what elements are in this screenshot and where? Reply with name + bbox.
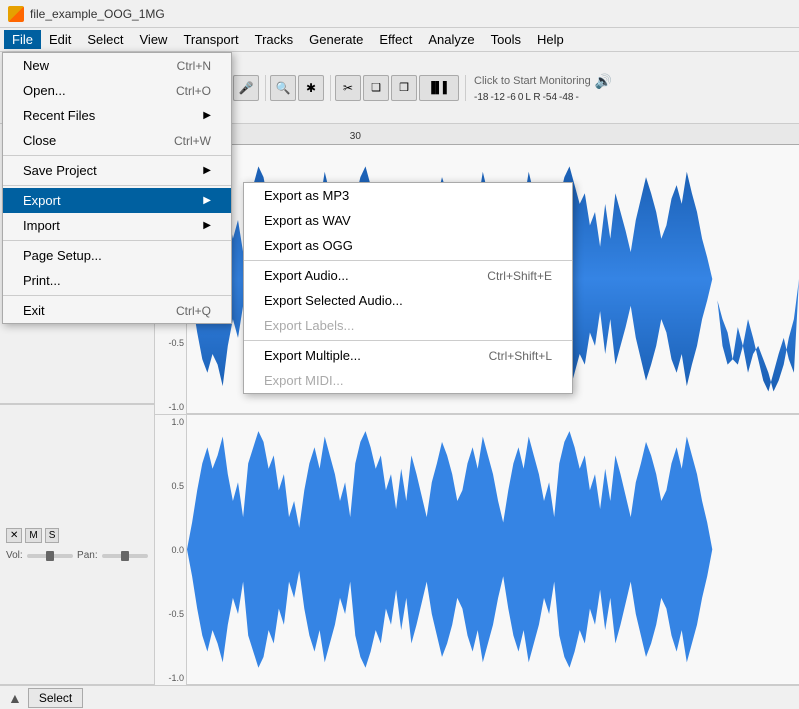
menu-new[interactable]: New Ctrl+N (3, 53, 231, 78)
menu-close[interactable]: Close Ctrl+W (3, 128, 231, 153)
menu-bar: File Edit Select View Transport Tracks G… (0, 28, 799, 52)
scale2-bot: -1.0 (157, 673, 184, 683)
menu-view[interactable]: View (132, 30, 176, 49)
track2-close-btn[interactable]: ✕ (6, 528, 22, 543)
track2-info: ✕ M S Vol: Pan: (0, 404, 154, 685)
level-minus18: -18 (474, 92, 488, 103)
exp-sep2 (244, 340, 572, 341)
scale2-top: 1.0 (157, 417, 184, 427)
export-submenu: Export as MP3 Export as WAV Export as OG… (243, 182, 573, 394)
timeline: 30 (155, 124, 799, 145)
level-zero: 0 (518, 92, 524, 103)
scale1-bot: -1.0 (157, 402, 184, 412)
separator3 (3, 240, 231, 241)
menu-import[interactable]: Import (3, 213, 231, 238)
scale1-neg: -0.5 (157, 338, 184, 348)
menu-edit[interactable]: Edit (41, 30, 79, 49)
menu-effect[interactable]: Effect (371, 30, 420, 49)
menu-file[interactable]: File (4, 30, 41, 49)
paste-tool[interactable]: ❒ (391, 75, 417, 101)
track2-pan[interactable] (102, 554, 148, 558)
separator4 (3, 295, 231, 296)
title-bar: file_example_OOG_1MG (0, 0, 799, 28)
menu-open[interactable]: Open... Ctrl+O (3, 78, 231, 103)
scale2-neg: -0.5 (157, 609, 184, 619)
cut-tool[interactable]: ✂ (335, 75, 361, 101)
export-selected-audio[interactable]: Export Selected Audio... (244, 288, 572, 313)
menu-tracks[interactable]: Tracks (247, 30, 302, 49)
track2-volume[interactable] (27, 554, 73, 558)
monitor-label[interactable]: Click to Start Monitoring (474, 75, 591, 87)
export-mp3[interactable]: Export as MP3 (244, 183, 572, 208)
menu-tools[interactable]: Tools (483, 30, 529, 49)
export-multiple[interactable]: Export Multiple... Ctrl+Shift+L (244, 343, 572, 368)
menu-help[interactable]: Help (529, 30, 572, 49)
volume-icon: 🔊 (595, 73, 612, 90)
track2-waveform[interactable] (187, 415, 799, 685)
menu-generate[interactable]: Generate (301, 30, 371, 49)
track2-vol-pan: Vol: Pan: (6, 550, 148, 561)
menu-save-project[interactable]: Save Project (3, 158, 231, 183)
status-arrow[interactable]: ▲ (8, 690, 22, 706)
exp-sep1 (244, 260, 572, 261)
level-minus54: -54 (543, 92, 557, 103)
menu-analyze[interactable]: Analyze (420, 30, 482, 49)
level-minus12: -12 (490, 92, 504, 103)
export-wav[interactable]: Export as WAV (244, 208, 572, 233)
export-audio[interactable]: Export Audio... Ctrl+Shift+E (244, 263, 572, 288)
menu-page-setup[interactable]: Page Setup... (3, 243, 231, 268)
level-minus6: -6 (507, 92, 516, 103)
star-tool[interactable]: ✱ (298, 75, 324, 101)
mic-icon[interactable]: 🎤 (233, 75, 259, 101)
trim-tool[interactable]: ▐▌▌ (419, 75, 459, 101)
scale2-mid: 0.5 (157, 481, 184, 491)
window-title: file_example_OOG_1MG (30, 7, 165, 21)
menu-recent-files[interactable]: Recent Files (3, 103, 231, 128)
menu-export[interactable]: Export (3, 188, 231, 213)
separator2 (3, 185, 231, 186)
app-icon (8, 6, 24, 22)
track2-mute-btn[interactable]: M (25, 528, 41, 543)
menu-print[interactable]: Print... (3, 268, 231, 293)
status-bar: ▲ Select (0, 685, 799, 709)
level-dash: - (575, 92, 578, 103)
export-ogg[interactable]: Export as OGG (244, 233, 572, 258)
menu-transport[interactable]: Transport (175, 30, 246, 49)
menu-select[interactable]: Select (79, 30, 131, 49)
track2-solo-btn[interactable]: S (45, 528, 60, 543)
select-button[interactable]: Select (28, 688, 83, 708)
export-labels: Export Labels... (244, 313, 572, 338)
timeline-mark-30: 30 (350, 131, 361, 142)
copy-tool[interactable]: ❑ (363, 75, 389, 101)
export-midi: Export MIDI... (244, 368, 572, 393)
menu-exit[interactable]: Exit Ctrl+Q (3, 298, 231, 323)
separator1 (3, 155, 231, 156)
file-menu-dropdown: New Ctrl+N Open... Ctrl+O Recent Files C… (2, 52, 232, 324)
zoom-tool[interactable]: 🔍 (270, 75, 296, 101)
level-minus48: -48 (559, 92, 573, 103)
scale2-zero: 0.0 (157, 545, 184, 555)
waveform2-svg (187, 415, 799, 684)
level-lr: L R (525, 92, 540, 103)
